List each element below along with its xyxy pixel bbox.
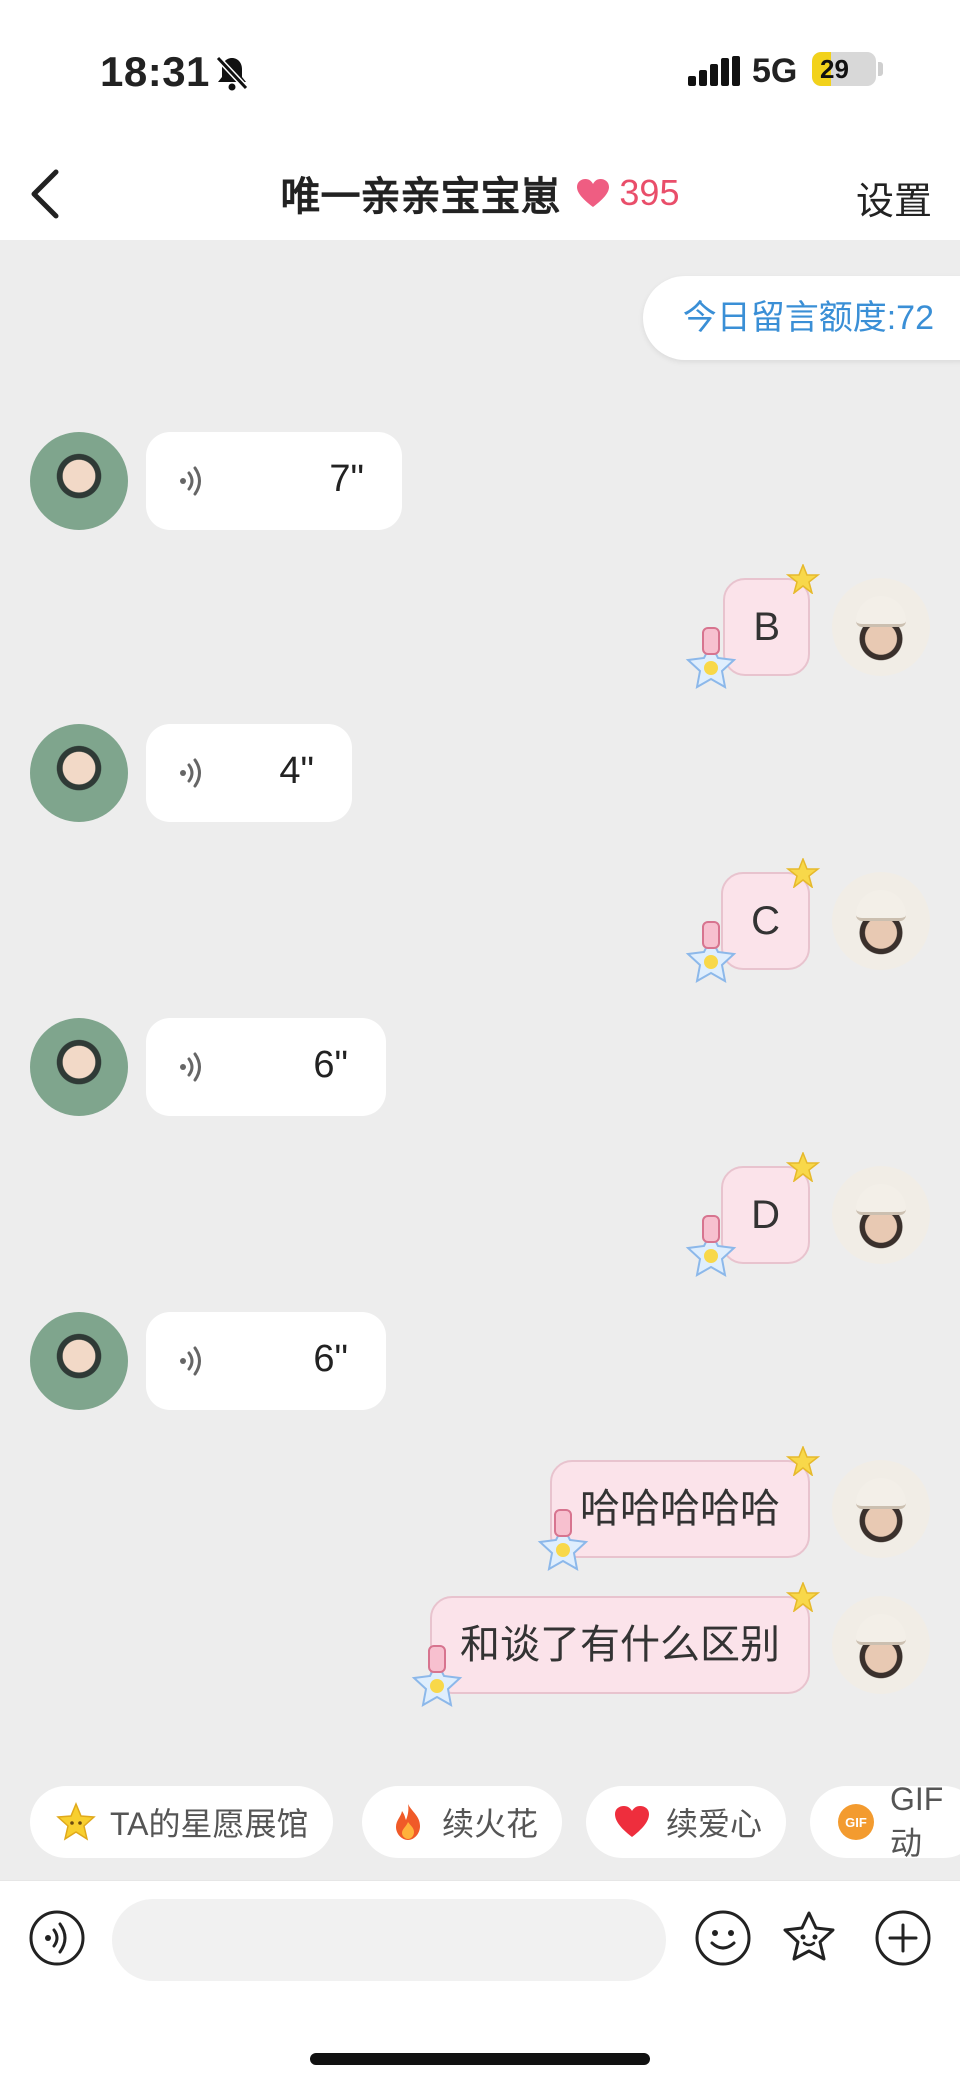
- heart-count: 395: [619, 172, 680, 213]
- heart-icon: [576, 179, 609, 207]
- contact-avatar[interactable]: [30, 724, 128, 822]
- voice-message[interactable]: 4": [146, 724, 352, 822]
- wish-bottle-sticker-icon: [685, 627, 737, 689]
- voice-duration: 4": [279, 750, 314, 792]
- star-sticker-icon: [786, 564, 820, 594]
- wish-bottle-sticker-icon: [685, 921, 737, 983]
- voice-duration: 7": [329, 458, 364, 500]
- battery-nub: [878, 62, 883, 76]
- voice-wave-icon: [180, 1052, 201, 1082]
- plus-icon[interactable]: [874, 1909, 932, 1967]
- voice-input-icon[interactable]: [28, 1909, 86, 1967]
- star-sticker-icon: [786, 858, 820, 888]
- input-bar: [0, 1880, 960, 2081]
- text-bubble[interactable]: 和谈了有什么区别: [430, 1596, 810, 1694]
- chip-gif[interactable]: GIF GIF 动: [810, 1781, 960, 1861]
- voice-duration: 6": [313, 1044, 348, 1086]
- chip-label: GIF 动: [890, 1780, 944, 1861]
- svg-text:GIF: GIF: [845, 1815, 867, 1830]
- network-type: 5G: [752, 52, 798, 90]
- chat-title-group: 唯一亲亲宝宝崽 395: [0, 164, 960, 224]
- bell-muted-icon: [215, 55, 249, 91]
- fire-icon: [396, 1804, 420, 1840]
- message-quota-badge: 今日留言额度:72: [642, 276, 960, 360]
- star-icon: [56, 1802, 96, 1841]
- star-sticker-icon: [786, 1446, 820, 1476]
- status-bar: 18:31 5G 29: [0, 0, 960, 150]
- chip-label: 续火花: [442, 1806, 539, 1842]
- star-sticker-icon: [786, 1152, 820, 1182]
- chat-title: 唯一亲亲宝宝崽: [280, 175, 561, 219]
- contact-avatar[interactable]: [30, 1018, 128, 1116]
- chip-wish-gallery[interactable]: TA的星愿展馆: [30, 1786, 333, 1858]
- voice-duration: 6": [313, 1338, 348, 1380]
- voice-message[interactable]: 7": [146, 432, 402, 530]
- quick-actions: TA的星愿展馆 续火花 续爱心 GIF GIF 动: [0, 1781, 960, 1862]
- home-indicator: [310, 2053, 650, 2065]
- battery-level: 29: [820, 54, 849, 84]
- contact-avatar[interactable]: [30, 432, 128, 530]
- star-sticker-button-icon[interactable]: [780, 1909, 838, 1967]
- voice-wave-icon: [180, 1346, 201, 1376]
- wish-bottle-sticker-icon: [685, 1215, 737, 1277]
- voice-message[interactable]: 6": [146, 1018, 386, 1116]
- voice-wave-icon: [180, 758, 201, 788]
- status-time: 18:31: [100, 48, 210, 95]
- gif-icon: GIF: [838, 1804, 874, 1840]
- signal-icon: [688, 56, 740, 86]
- chip-love[interactable]: 续爱心: [586, 1786, 787, 1858]
- chip-label: 续爱心: [666, 1806, 763, 1842]
- wish-bottle-sticker-icon: [411, 1645, 463, 1707]
- contact-avatar[interactable]: [30, 1312, 128, 1410]
- star-sticker-icon: [786, 1582, 820, 1612]
- message-input[interactable]: [112, 1899, 666, 1981]
- my-avatar[interactable]: [832, 1166, 930, 1264]
- battery-icon: 29: [812, 52, 876, 86]
- wish-bottle-sticker-icon: [537, 1509, 589, 1571]
- my-avatar[interactable]: [832, 1596, 930, 1694]
- voice-message[interactable]: 6": [146, 1312, 386, 1410]
- chat-header: 唯一亲亲宝宝崽 395 设置: [0, 150, 960, 240]
- my-avatar[interactable]: [832, 578, 930, 676]
- chat-area[interactable]: 今日留言额度:72 7" B 4" C 6" D 6" 哈哈哈哈哈 和谈了有什么…: [0, 240, 960, 1880]
- heart-icon: [615, 1806, 649, 1837]
- my-avatar[interactable]: [832, 872, 930, 970]
- my-avatar[interactable]: [832, 1460, 930, 1558]
- chip-label: TA的星愿展馆: [110, 1806, 309, 1842]
- settings-button[interactable]: 设置: [856, 170, 932, 225]
- chip-spark[interactable]: 续火花: [362, 1786, 563, 1858]
- voice-wave-icon: [180, 466, 201, 496]
- emoji-icon[interactable]: [694, 1909, 752, 1967]
